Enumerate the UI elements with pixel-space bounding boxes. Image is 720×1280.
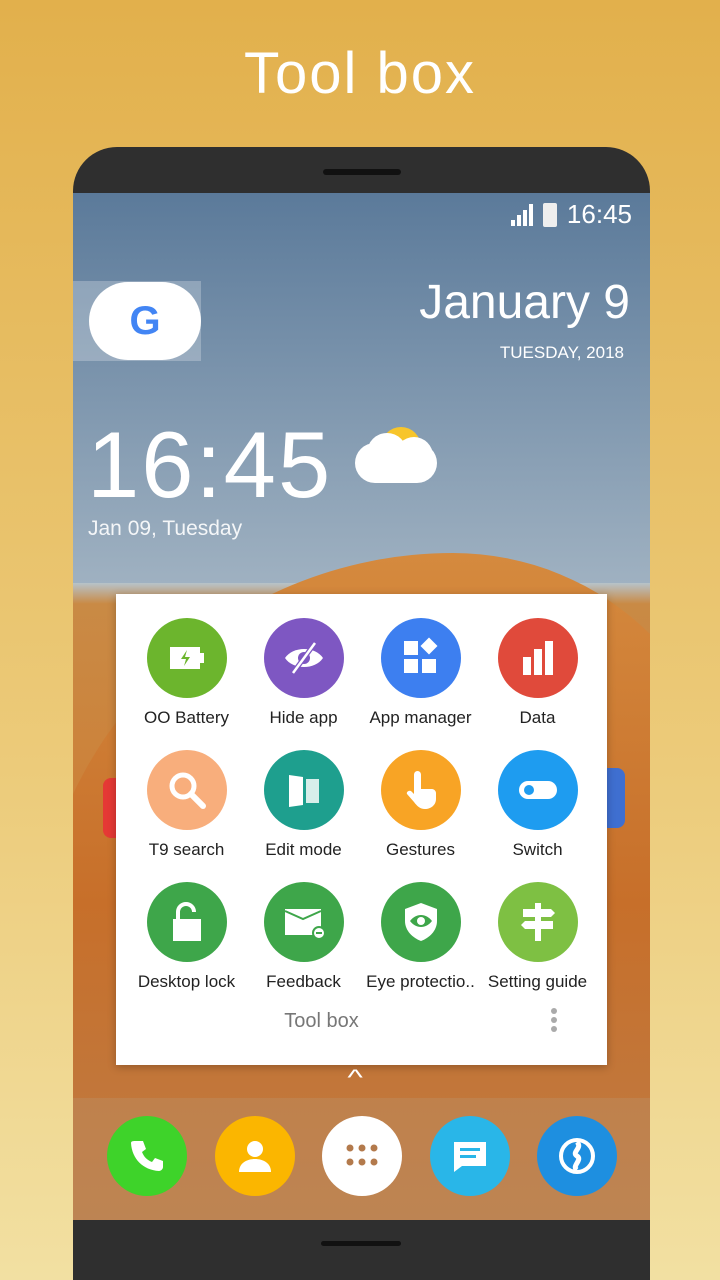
phone-frame: 16:45 G January 9 TUESDAY, 2018 16:45 Ja… <box>73 147 650 1280</box>
tool-feedback[interactable]: Feedback <box>245 882 362 992</box>
toolbox-title: Tool box <box>284 1010 359 1032</box>
battery-icon <box>542 202 557 227</box>
google-icon: G <box>129 298 161 343</box>
toggle-icon <box>497 750 578 830</box>
tool-hide-app[interactable]: Hide app <box>245 618 362 728</box>
widget-weekday-year: TUESDAY, 2018 <box>499 343 624 362</box>
battery-charging-icon <box>146 618 227 698</box>
speaker <box>323 169 401 175</box>
more-options-icon[interactable] <box>549 1008 559 1035</box>
dock-app-drawer-button[interactable] <box>322 1116 402 1196</box>
tool-gestures[interactable]: Gestures <box>362 750 479 860</box>
message-icon <box>450 1136 490 1176</box>
tool-label: Gestures <box>386 840 455 859</box>
tool-label: Data <box>519 708 556 727</box>
home-indicator <box>321 1241 401 1246</box>
tool-app-manager[interactable]: App manager <box>362 618 479 728</box>
tool-label: Setting guide <box>487 972 588 991</box>
widget-date-line: Jan 09, Tuesday <box>88 517 243 540</box>
dock-phone-button[interactable] <box>107 1116 187 1196</box>
tool-eye-protectio[interactable]: Eye protectio.. <box>362 882 479 992</box>
tool-oo-battery[interactable]: OO Battery <box>128 618 245 728</box>
hand-pointer-icon <box>380 750 461 830</box>
tool-label: Hide app <box>269 708 338 727</box>
phone-icon <box>127 1136 167 1176</box>
status-time: 16:45 <box>566 199 632 229</box>
chevron-up-icon[interactable]: ^ <box>347 1065 362 1091</box>
home-screen: 16:45 G January 9 TUESDAY, 2018 16:45 Ja… <box>73 193 650 1220</box>
tool-label: Feedback <box>266 972 341 991</box>
status-bar: 16:45 <box>510 199 632 230</box>
tool-edit-mode[interactable]: Edit mode <box>245 750 362 860</box>
bar-chart-icon <box>497 618 578 698</box>
dock-browser-button[interactable] <box>537 1116 617 1196</box>
tool-switch[interactable]: Switch <box>479 750 596 860</box>
panels-icon <box>263 750 344 830</box>
widget-date: January 9 <box>419 276 630 329</box>
tool-label: App manager <box>369 708 472 727</box>
signpost-icon <box>497 882 578 962</box>
tool-desktop-lock[interactable]: Desktop lock <box>128 882 245 992</box>
shield-eye-icon <box>380 882 461 962</box>
tool-label: Switch <box>512 840 563 859</box>
person-icon <box>235 1136 275 1176</box>
tool-label: Edit mode <box>265 840 342 859</box>
unlock-icon <box>146 882 227 962</box>
tool-label: OO Battery <box>143 708 230 727</box>
tool-setting-guide[interactable]: Setting guide <box>479 882 596 992</box>
apps-grid-icon <box>380 618 461 698</box>
magnifier-icon <box>146 750 227 830</box>
dock-contacts-button[interactable] <box>214 1116 295 1196</box>
headline: Tool box <box>243 41 477 106</box>
tool-label: Eye protectio.. <box>366 972 475 991</box>
browser-icon <box>557 1136 597 1176</box>
app-drawer-icon <box>342 1136 382 1176</box>
signal-icon <box>510 203 533 226</box>
eye-off-icon <box>263 618 344 698</box>
widget-clock[interactable]: 16:45 <box>87 411 332 519</box>
envelope-icon <box>263 882 344 962</box>
tool-label: T9 search <box>148 840 225 859</box>
weather-partly-cloudy-icon[interactable] <box>355 413 441 489</box>
toolbox-popup: OO Battery Hide app App manager Data T9 sear… <box>116 594 607 1065</box>
dock-messages-button[interactable] <box>429 1116 510 1196</box>
tool-data[interactable]: Data <box>479 618 596 728</box>
tool-t9-search[interactable]: T9 search <box>128 750 245 860</box>
google-search-button[interactable]: G <box>89 282 201 360</box>
tool-label: Desktop lock <box>137 972 236 991</box>
